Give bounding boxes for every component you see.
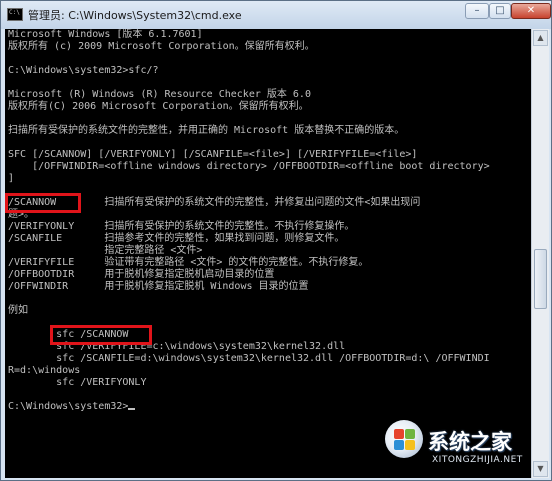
console-line: 例如 [8, 305, 28, 316]
console-line: /VERIFYFILE 验证带有完整路径 <文件> 的文件的完整性。不执行修复。 [8, 257, 369, 268]
console-line: 版权所有(C) 2006 Microsoft Corporation。保留所有权… [8, 101, 309, 112]
console-line: 扫描所有受保护的系统文件的完整性，并用正确的 Microsoft 版本替换不正确… [8, 125, 405, 136]
watermark-url: XITONGZHIJIA.NET [432, 455, 523, 465]
console-line: Microsoft (R) Windows (R) Resource Check… [8, 89, 311, 100]
text-cursor [128, 408, 136, 410]
maximize-button[interactable]: □ [489, 3, 511, 19]
console-line: sfc /SCANFILE=d:\windows\system32\kernel… [8, 353, 490, 364]
cmd-icon[interactable] [7, 8, 23, 21]
prompt-text: C:\Windows\system32> [8, 401, 129, 412]
console-line: [/OFFWINDIR=<offline windows directory> … [8, 161, 490, 172]
window-title: 管理员: C:\Windows\System32\cmd.exe [28, 9, 242, 22]
vertical-scrollbar[interactable]: ▲ ▼ [531, 29, 549, 478]
console-line: /OFFWINDIR 用于脱机修复指定脱机 Windows 目录的位置 [8, 281, 309, 292]
console-line: sfc /VERIFYONLY [8, 377, 147, 388]
scannow-option-highlight [5, 193, 81, 213]
scroll-up-arrow-icon[interactable]: ▲ [533, 30, 548, 46]
console-line: /OFFBOOTDIR 用于脱机修复指定脱机启动目录的位置 [8, 269, 275, 280]
console-line: 版权所有 (c) 2009 Microsoft Corporation。保留所有… [8, 41, 315, 52]
console-output[interactable]: Microsoft Windows [版本 6.1.7601] 版权所有 (c)… [5, 29, 531, 478]
console-line: Microsoft Windows [版本 6.1.7601] [8, 29, 203, 40]
console-line: C:\Windows\system32>sfc/? [8, 65, 159, 76]
scrollbar-thumb[interactable] [534, 249, 547, 309]
minimize-button[interactable]: – [465, 3, 489, 19]
console-line: SFC [/SCANNOW] [/VERIFYONLY] [/SCANFILE=… [8, 149, 418, 160]
title-bar[interactable]: 管理员: C:\Windows\System32\cmd.exe – □ ✕ [1, 1, 551, 29]
cmd-window: 管理员: C:\Windows\System32\cmd.exe – □ ✕ M… [0, 0, 552, 481]
console-line: /SCANFILE 扫描参考文件的完整性，如果找到问题，则修复文件。 [8, 233, 345, 244]
console-line: /VERIFYONLY 扫描所有受保护的系统文件的完整性。不执行修复操作。 [8, 221, 355, 232]
scroll-down-arrow-icon[interactable]: ▼ [533, 461, 548, 477]
close-button[interactable]: ✕ [511, 3, 551, 19]
console-line: R=d:\windows [8, 365, 81, 376]
console-line: ] [8, 173, 15, 184]
windows-logo-icon [385, 420, 423, 458]
console-line: 指定完整路径 <文件> [8, 245, 203, 256]
scannow-example-highlight [50, 325, 152, 345]
watermark-text: 系统之家 [428, 430, 512, 454]
command-prompt[interactable]: C:\Windows\system32> [8, 401, 136, 413]
